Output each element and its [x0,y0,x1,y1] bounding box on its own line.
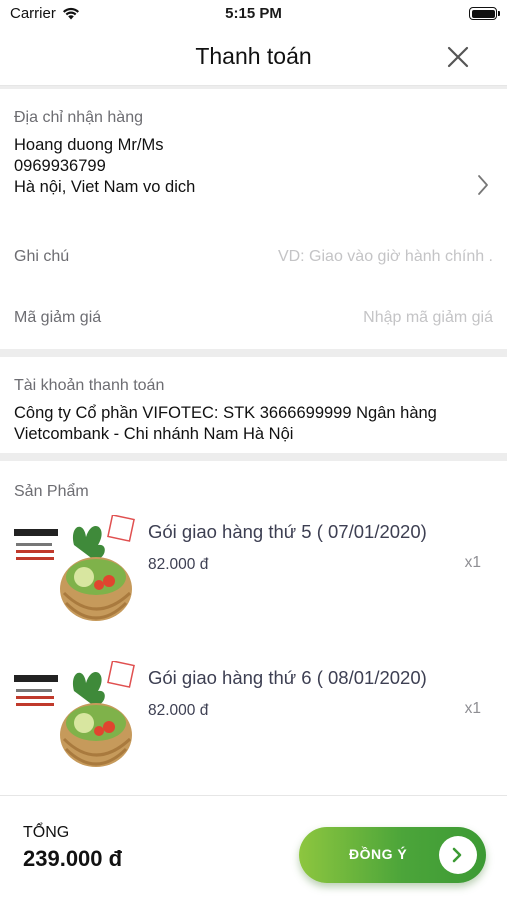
arrow-circle [439,836,477,874]
account-label: Tài khoản thanh toán [14,377,165,394]
product-image [14,661,135,767]
shipping-address[interactable]: Địa chỉ nhận hàng Hoang duong Mr/Ms 0969… [0,89,507,227]
recipient-name: Hoang duong Mr/Ms [14,136,164,154]
checkout-footer: TỔNG 239.000 đ ĐỒNG Ý [0,795,507,900]
product-image [14,515,135,621]
close-icon[interactable] [445,44,471,70]
account-details: Công ty Cổ phần VIFOTEC: STK 3666699999 … [14,404,437,443]
note-row: Ghi chú VD: Giao vào giờ hành chính . [0,227,507,287]
recipient-location: Hà nội, Viet Nam vo dich [14,178,196,196]
products-label: Sản Phẩm [14,483,89,500]
address-label: Địa chỉ nhận hàng [14,109,143,126]
battery-icon [469,7,500,20]
status-bar: Carrier 5:15 PM [0,0,507,28]
products-section: Sản Phẩm Gói giao hàng thứ 5 ( 07/01/202… [0,461,507,807]
product-price: 82.000 đ [148,702,209,719]
chevron-right-icon [452,847,462,863]
product-name: Gói giao hàng thứ 5 ( 07/01/2020) [148,521,427,542]
discount-label: Mã giảm giá [14,309,102,326]
status-time: 5:15 PM [225,5,282,22]
total-value: 239.000 đ [23,846,123,871]
recipient-phone: 0969936799 [14,157,106,175]
discount-row: Mã giảm giá Nhập mã giảm giá [0,287,507,349]
product-price: 82.000 đ [148,556,209,573]
section-divider [0,453,507,461]
product-quantity: x1 [464,554,481,571]
note-label: Ghi chú [14,248,70,265]
total-label: TỔNG [23,824,70,841]
confirm-button[interactable]: ĐỒNG Ý [299,827,486,883]
confirm-label: ĐỒNG Ý [349,846,408,862]
note-input[interactable]: VD: Giao vào giờ hành chính . [278,248,493,266]
section-divider [0,349,507,357]
product-quantity: x1 [464,700,481,717]
nav-bar: Thanh toán [0,28,507,86]
product-name: Gói giao hàng thứ 6 ( 08/01/2020) [148,667,427,688]
payment-account: Tài khoản thanh toán Công ty Cổ phần VIF… [0,357,507,453]
product-item[interactable]: Gói giao hàng thứ 6 ( 08/01/2020) 82.000… [14,661,493,807]
page-title: Thanh toán [195,43,312,69]
chevron-right-icon [478,175,488,195]
product-item[interactable]: Gói giao hàng thứ 5 ( 07/01/2020) 82.000… [14,515,493,661]
discount-input[interactable]: Nhập mã giảm giá [363,309,493,327]
